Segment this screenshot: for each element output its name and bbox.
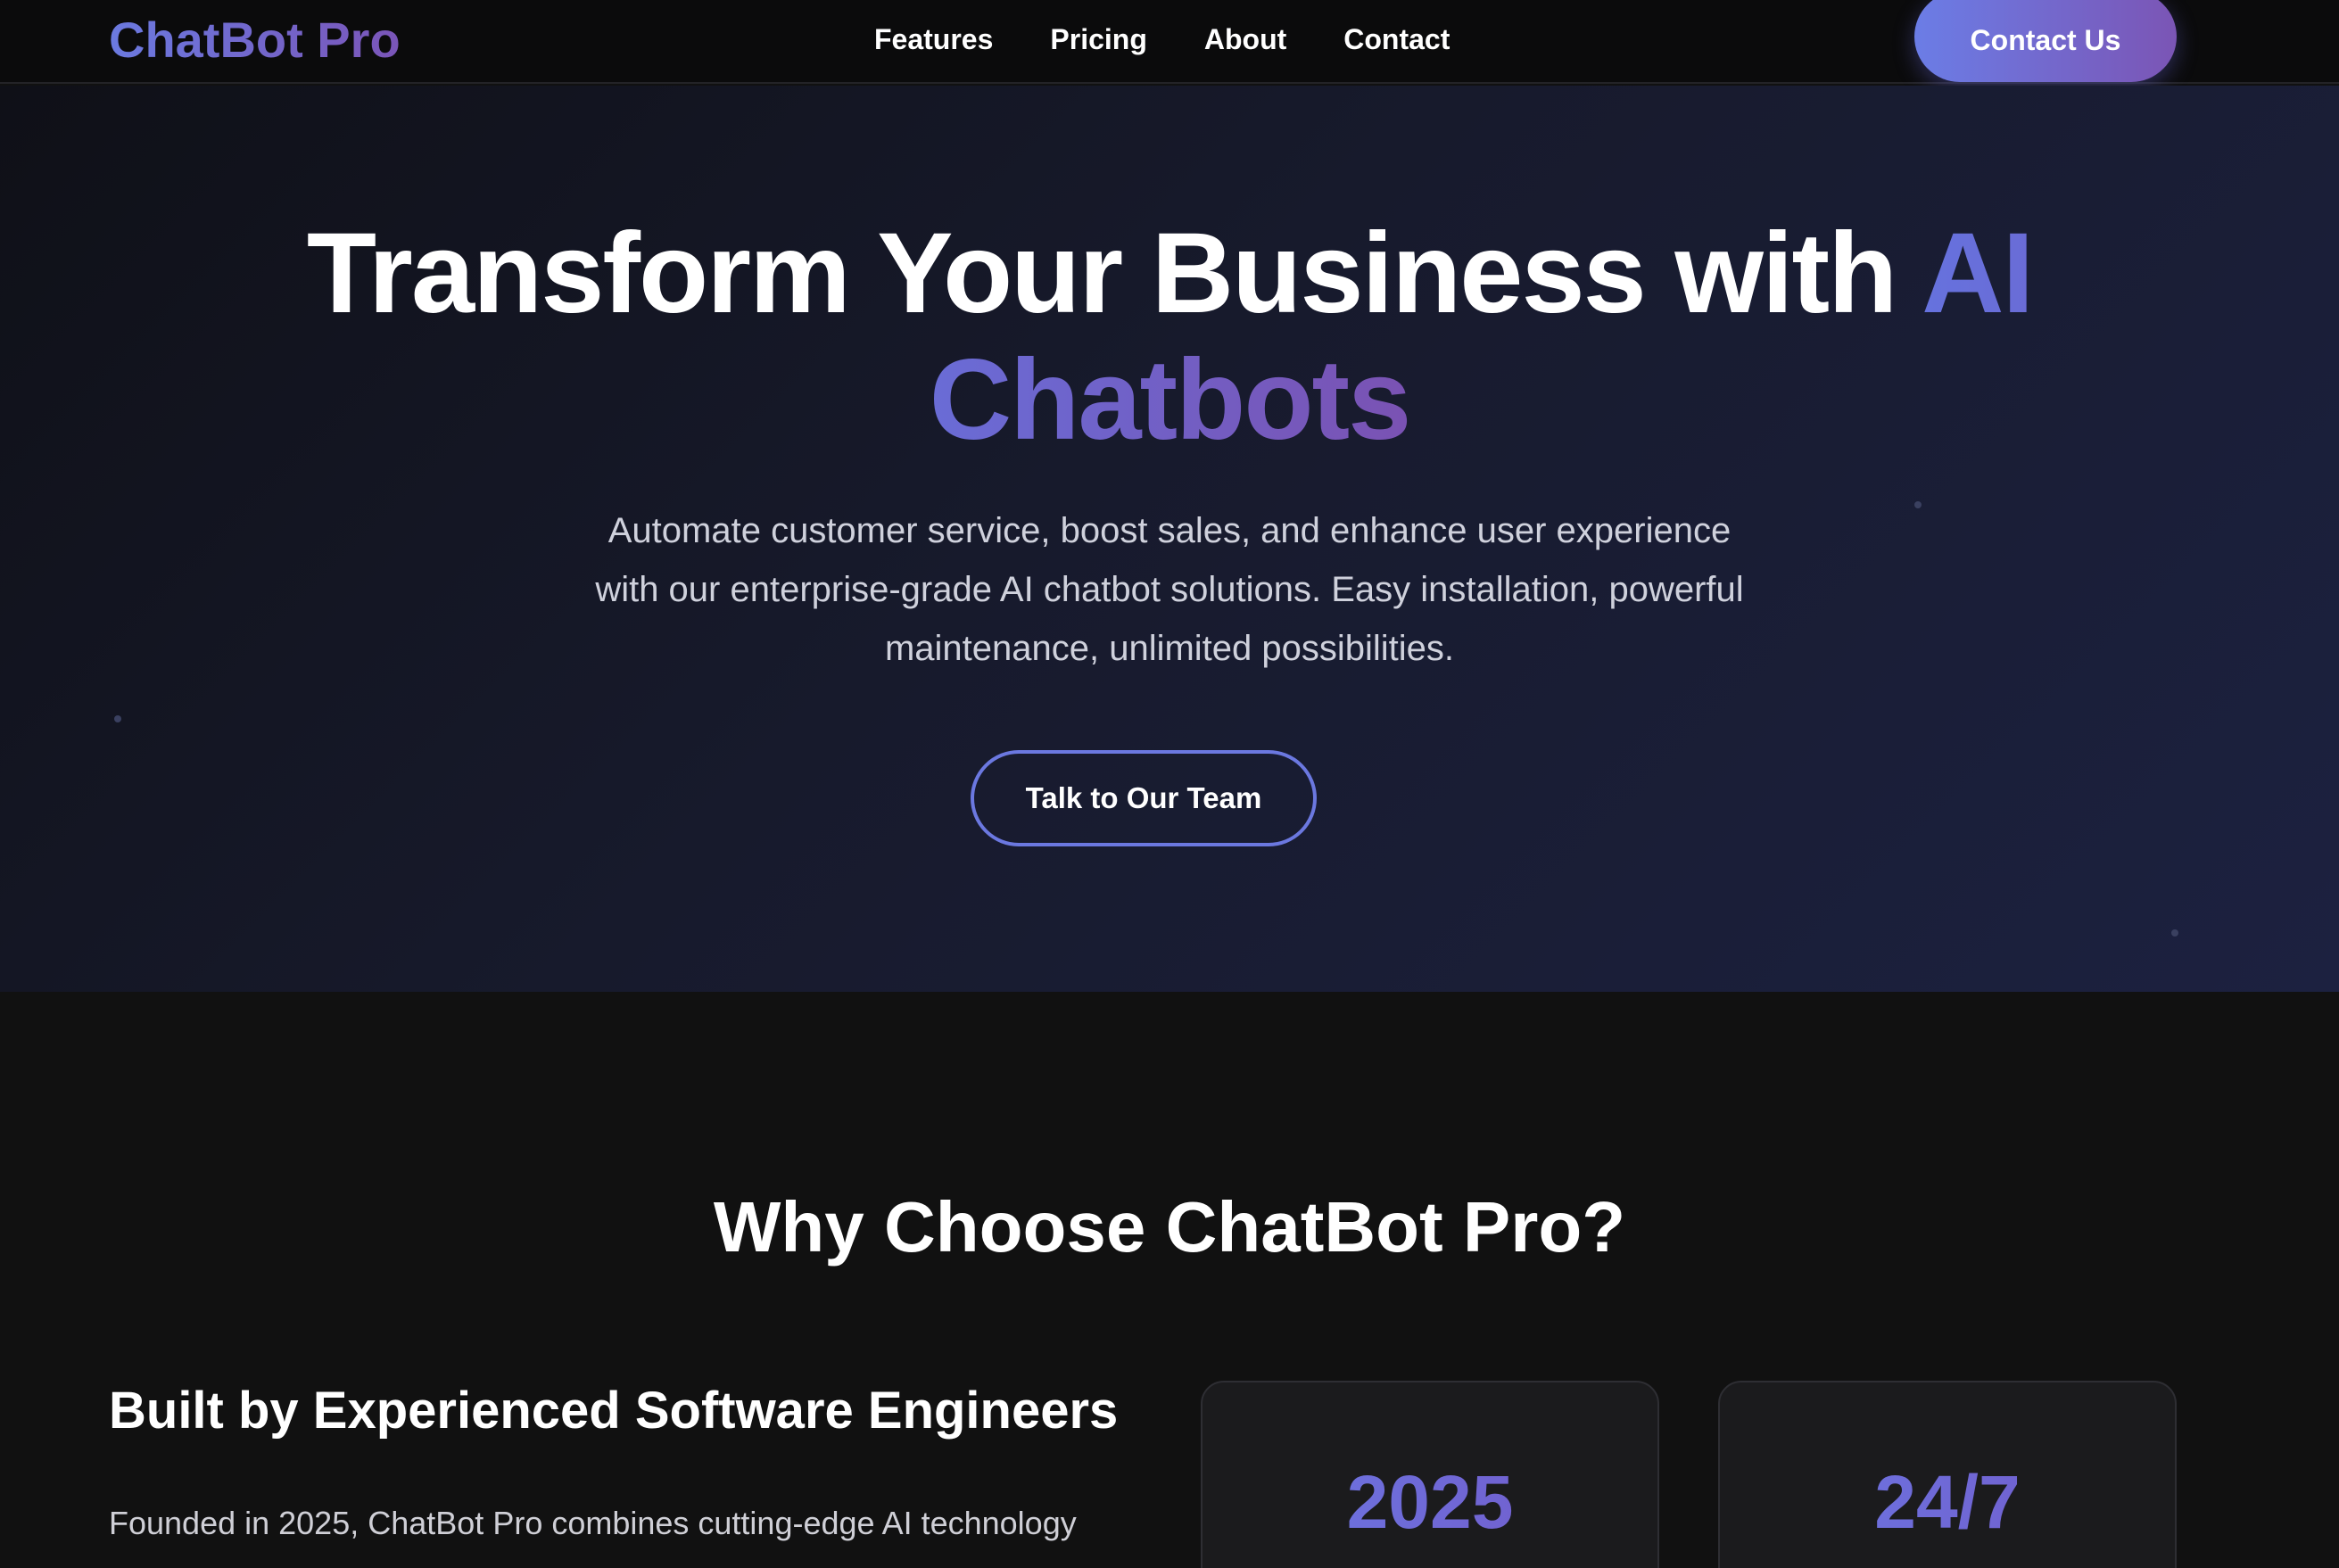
- hero-title-main: Transform Your Business with: [306, 210, 1922, 337]
- nav-link-contact[interactable]: Contact: [1343, 16, 1450, 62]
- hero-section: Transform Your Business with AI Chatbots…: [0, 86, 2339, 992]
- decorative-dot: [114, 715, 121, 722]
- stat-value: 24/7: [1720, 1457, 2175, 1547]
- stat-card-availability: 24/7: [1718, 1381, 2177, 1568]
- hero-subtitle: Automate customer service, boost sales, …: [595, 511, 1744, 668]
- nav-link-pricing[interactable]: Pricing: [1050, 16, 1146, 62]
- why-heading: Built by Experienced Software Engineers: [109, 1382, 1119, 1440]
- decorative-dot: [1914, 501, 1922, 508]
- contact-us-button[interactable]: Contact Us: [1914, 0, 2177, 82]
- landing-page: ChatBot Pro Features Pricing About Conta…: [0, 0, 2339, 1568]
- nav-link-features[interactable]: Features: [874, 16, 993, 62]
- stat-card-founded: 2025: [1201, 1381, 1659, 1568]
- stat-value: 2025: [1203, 1457, 1657, 1547]
- nav-links: Features Pricing About Contact: [874, 16, 1450, 62]
- why-body-text: Founded in 2025, ChatBot Pro combines cu…: [109, 1505, 1077, 1541]
- brand-logo[interactable]: ChatBot Pro: [109, 9, 401, 71]
- top-navbar: ChatBot Pro Features Pricing About Conta…: [0, 0, 2339, 84]
- hero-title: Transform Your Business with AI Chatbots: [161, 210, 2178, 464]
- decorative-dot: [2171, 929, 2178, 937]
- talk-to-team-button[interactable]: Talk to Our Team: [971, 750, 1317, 846]
- nav-link-about[interactable]: About: [1204, 16, 1286, 62]
- why-section-title: Why Choose ChatBot Pro?: [713, 1187, 1626, 1267]
